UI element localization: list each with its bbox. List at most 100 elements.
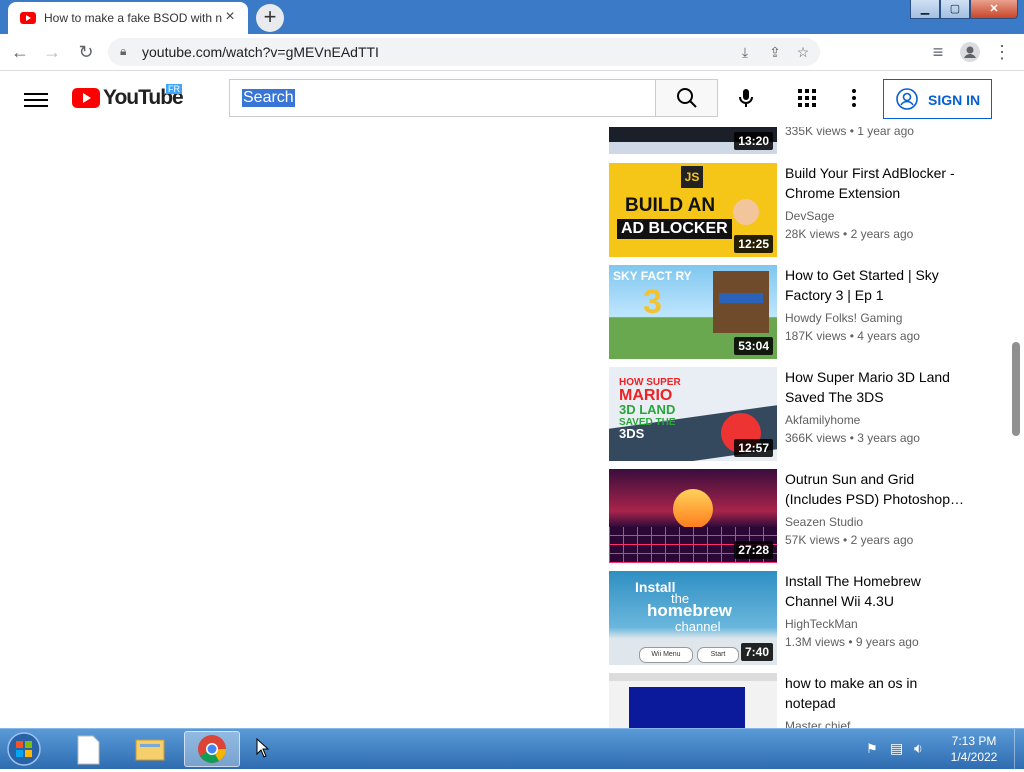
thumbnail-text: homebrew	[647, 601, 733, 620]
thumbnail-text: Install	[635, 579, 676, 595]
minimize-button[interactable]: ▁	[910, 0, 940, 19]
video-stats: 366K views • 3 years ago	[785, 431, 920, 445]
channel-name[interactable]: HighTeckMan	[785, 615, 965, 633]
video-stats: 28K views • 2 years ago	[785, 227, 914, 241]
video-stats: 1.3M views • 9 years ago	[785, 635, 919, 649]
search-input[interactable]: Search	[229, 79, 655, 117]
video-thumbnail[interactable]: Install the homebrew channel Wii Menu St…	[609, 571, 777, 665]
microphone-icon[interactable]	[734, 86, 758, 110]
tray-volume-icon[interactable]: 🔉︎	[914, 740, 932, 756]
youtube-play-icon	[72, 88, 100, 108]
bookmark-star-icon[interactable]: ☆	[792, 42, 814, 62]
apps-grid-icon[interactable]	[796, 87, 818, 109]
window-controls: ▁ ▢ ✕	[910, 0, 1018, 20]
hamburger-menu-icon[interactable]	[24, 89, 48, 109]
maximize-button[interactable]: ▢	[940, 0, 970, 19]
video-title[interactable]: Build Your First AdBlocker - Chrome Exte…	[785, 163, 965, 203]
video-item[interactable]: how to make an os in notepad Master chie…	[609, 673, 989, 728]
browser-toolbar: ← → ↻ 🔒︎ youtube.com/watch?v=gMEVnEAdTTI…	[0, 34, 1024, 71]
clock-time: 7:13 PM	[951, 734, 997, 748]
video-stats: 335K views • 1 year ago	[785, 127, 914, 138]
js-badge: JS	[681, 166, 703, 188]
taskbar-chrome-icon[interactable]	[184, 731, 240, 767]
address-bar[interactable]: 🔒︎ youtube.com/watch?v=gMEVnEAdTTI ⤓ ⇪ ☆	[108, 38, 820, 66]
video-title[interactable]: how to make an os in notepad	[785, 673, 965, 713]
install-icon[interactable]: ⤓	[734, 42, 756, 62]
reading-list-icon[interactable]: ≡	[926, 40, 950, 64]
tray-flag-icon[interactable]: ⚑	[866, 741, 882, 756]
video-thumbnail[interactable]: HOW SUPER MARIO 3D LAND SAVED THE 3DS 12…	[609, 367, 777, 461]
video-title[interactable]: Outrun Sun and Grid (Includes PSD) Photo…	[785, 469, 965, 509]
video-thumbnail[interactable]	[609, 673, 777, 728]
video-duration: 27:28	[734, 541, 773, 559]
youtube-header: YouTube FR Search SIGN IN	[0, 71, 1024, 127]
youtube-favicon-icon	[20, 12, 36, 24]
video-thumbnail[interactable]: 27:28	[609, 469, 777, 563]
person-illustration	[733, 199, 759, 225]
sign-in-button[interactable]: SIGN IN	[883, 79, 992, 119]
reload-icon[interactable]: ↻	[74, 40, 98, 64]
video-stats: 187K views • 4 years ago	[785, 329, 920, 343]
lock-icon[interactable]: 🔒︎	[120, 44, 126, 59]
video-item[interactable]: Install the homebrew channel Wii Menu St…	[609, 571, 989, 665]
video-thumbnail[interactable]: JS BUILD AN AD BLOCKER 12:25	[609, 163, 777, 257]
tab-title: How to make a fake BSOD with n	[44, 11, 223, 25]
browser-tab[interactable]: How to make a fake BSOD with n ×	[8, 2, 248, 34]
new-tab-button[interactable]: +	[256, 4, 284, 32]
video-thumbnail[interactable]: 13:20	[609, 127, 777, 154]
thumbnail-text: AD BLOCKER	[617, 219, 732, 239]
show-desktop-button[interactable]	[1014, 729, 1024, 769]
channel-name[interactable]: Howdy Folks! Gaming	[785, 309, 965, 327]
share-icon[interactable]: ⇪	[764, 42, 786, 62]
video-item[interactable]: JS BUILD AN AD BLOCKER 12:25 Build Your …	[609, 163, 989, 257]
search-icon	[677, 88, 697, 108]
page-scrollbar[interactable]	[1012, 342, 1020, 436]
thumbnail-text: HOW SUPER MARIO 3D LAND SAVED THE 3DS	[619, 377, 681, 441]
sign-in-label: SIGN IN	[928, 92, 981, 108]
video-duration: 13:20	[734, 132, 773, 150]
thumbnail-text: 3	[643, 283, 662, 321]
close-window-button[interactable]: ✕	[970, 0, 1018, 19]
notepad-screenshot	[629, 687, 745, 728]
video-duration: 7:40	[740, 643, 773, 661]
taskbar-clock[interactable]: 7:13 PM 1/4/2022	[944, 733, 1004, 765]
tab-close-icon[interactable]: ×	[220, 7, 240, 27]
video-title[interactable]: Install The Homebrew Channel Wii 4.3U	[785, 571, 965, 611]
thumbnail-text: channel	[675, 619, 721, 634]
settings-dots-icon[interactable]	[846, 87, 862, 109]
video-duration: 12:57	[734, 439, 773, 457]
thumbnail-text: BUILD AN	[625, 195, 716, 216]
video-thumbnail[interactable]: SKY FACT RY 3 53:04	[609, 265, 777, 359]
windows-start-icon[interactable]	[4, 730, 44, 768]
tray-network-icon[interactable]: ▤	[890, 740, 908, 756]
channel-name[interactable]: DevSage	[785, 207, 965, 225]
taskbar-file-icon[interactable]	[60, 731, 116, 767]
wii-menu-button: Wii Menu	[639, 647, 693, 663]
profile-avatar-icon[interactable]	[958, 40, 982, 64]
back-icon[interactable]: ←	[8, 40, 32, 64]
mouse-cursor-icon	[256, 738, 270, 758]
sun-illustration	[673, 489, 713, 529]
taskbar-explorer-icon[interactable]	[122, 731, 178, 767]
search-input-text[interactable]: Search	[242, 89, 295, 107]
browser-menu-icon[interactable]: ⋮	[990, 40, 1014, 64]
account-circle-icon	[896, 88, 918, 110]
channel-name[interactable]: Seazen Studio	[785, 513, 965, 531]
channel-name[interactable]: Master chief	[785, 717, 965, 728]
video-duration: 53:04	[734, 337, 773, 355]
video-duration: 12:25	[734, 235, 773, 253]
video-item[interactable]: HOW SUPER MARIO 3D LAND SAVED THE 3DS 12…	[609, 367, 989, 461]
video-title[interactable]: How to Get Started | Sky Factory 3 | Ep …	[785, 265, 965, 305]
channel-name[interactable]: Akfamilyhome	[785, 411, 965, 429]
video-item[interactable]: 13:20 335K views • 1 year ago	[609, 127, 989, 154]
url-text[interactable]: youtube.com/watch?v=gMEVnEAdTTI	[142, 44, 379, 60]
video-title[interactable]: How Super Mario 3D Land Saved The 3DS	[785, 367, 965, 407]
forward-icon[interactable]: →	[40, 40, 64, 64]
search-button[interactable]	[655, 79, 718, 117]
video-stats: 57K views • 2 years ago	[785, 533, 914, 547]
wii-start-button: Start	[697, 647, 739, 663]
video-item[interactable]: SKY FACT RY 3 53:04 How to Get Started |…	[609, 265, 989, 359]
thumbnail-text: SKY FACT RY	[613, 269, 692, 283]
video-item[interactable]: 27:28 Outrun Sun and Grid (Includes PSD)…	[609, 469, 989, 563]
region-badge: FR	[166, 84, 182, 94]
